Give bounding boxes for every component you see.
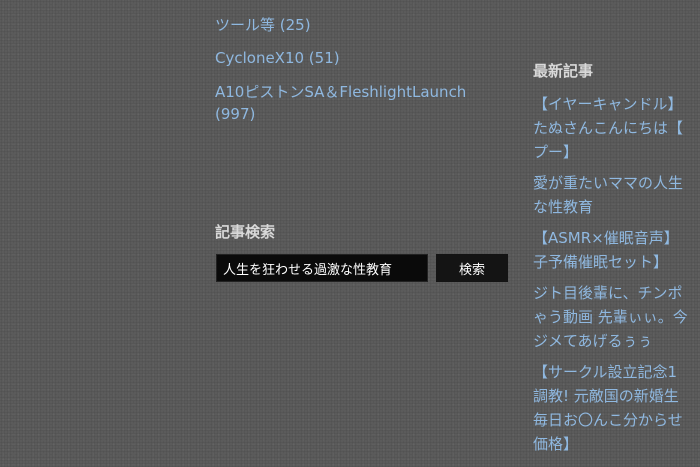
page: ツール等 (25) CycloneX10 (51) A10ピストンSA＆Fles… [0,0,700,467]
category-link-a10-piston-line1: A10ピストンSA＆FleshlightLaunch [215,83,467,101]
recent-articles-title: 最新記事 [533,62,594,80]
search-input[interactable] [216,254,428,282]
recent-article-link[interactable]: 【イヤーキャンドル】 たぬさんこんにちは【 プー】 [533,92,700,164]
recent-article-line: たぬさんこんにちは【 [533,119,684,137]
recent-article-link[interactable]: 【ASMR×催眠音声】 子予備催眠セット】 [533,226,700,274]
recent-article-line: ジメてあげるぅぅ [533,332,653,350]
recent-articles-list: 【イヤーキャンドル】 たぬさんこんにちは【 プー】 愛が重たいママの人生 な性教… [533,92,700,463]
search-section-title: 記事検索 [215,223,276,241]
category-link-a10-piston-line2: (997) [215,105,256,123]
recent-article-line: 【サークル設立記念1 [533,363,678,381]
recent-article-link[interactable]: 【サークル設立記念1 調教! 元敵国の新婚生 毎日お〇んこ分からせ 価格】 [533,360,700,456]
recent-article-line: 【ASMR×催眠音声】 [533,229,679,247]
search-button[interactable]: 検索 [436,254,508,282]
recent-article-line: 調教! 元敵国の新婚生 [533,387,679,405]
category-link-a10-piston[interactable]: A10ピストンSA＆FleshlightLaunch (997) [215,81,515,125]
recent-article-line: 【イヤーキャンドル】 [533,95,683,113]
search-form: 検索 [216,254,508,282]
recent-article-line: ジト目後輩に、チンポ [533,284,683,302]
recent-article-line: 毎日お〇んこ分からせ [533,411,683,429]
recent-article-line: ゃう動画 先輩ぃぃ。今 [533,308,688,326]
recent-article-line: プー】 [533,143,579,161]
recent-article-link[interactable]: ジト目後輩に、チンポ ゃう動画 先輩ぃぃ。今 ジメてあげるぅぅ [533,281,700,353]
recent-article-line: 子予備催眠セット】 [533,253,669,271]
category-link-tools[interactable]: ツール等 (25) [215,14,515,36]
recent-article-link[interactable]: 愛が重たいママの人生 な性教育 [533,171,700,219]
category-link-cyclonex10[interactable]: CycloneX10 (51) [215,47,515,69]
recent-article-line: な性教育 [533,198,594,216]
recent-article-line: 価格】 [533,435,579,453]
recent-article-line: 愛が重たいママの人生 [533,174,684,192]
